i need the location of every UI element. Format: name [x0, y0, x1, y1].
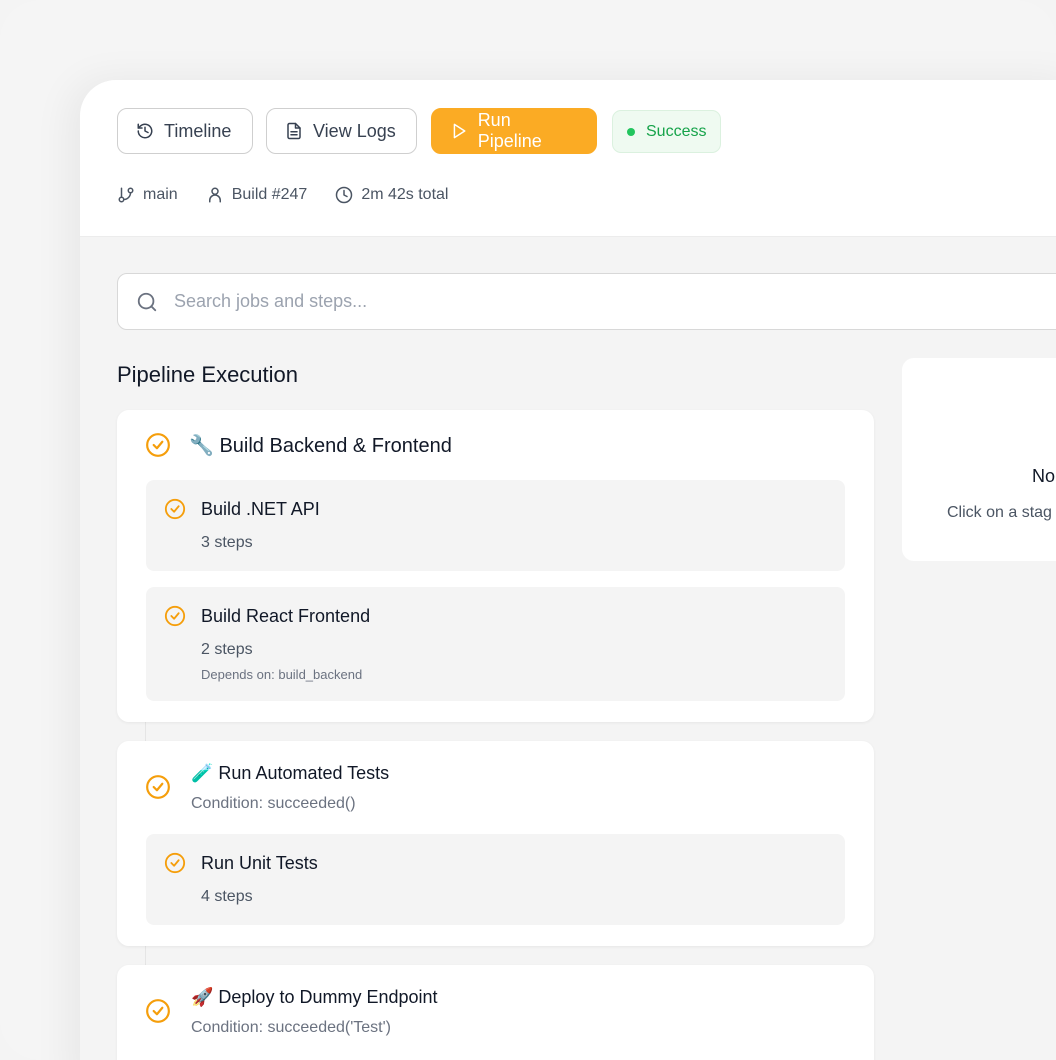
history-icon: [137, 123, 153, 139]
view-logs-button[interactable]: View Logs: [266, 108, 417, 154]
job-step-count: 2 steps: [201, 641, 253, 658]
header: Timeline View Logs Run Pipeline Success: [80, 80, 1056, 237]
window-backdrop: Timeline View Logs Run Pipeline Success: [0, 0, 1056, 1060]
check-circle-icon: [164, 852, 186, 874]
duration-info: 2m 42s total: [335, 186, 448, 204]
stage-title: 🧪 Run Automated Tests: [191, 763, 390, 783]
job-title: Run Unit Tests: [201, 853, 318, 873]
job-step-count: 3 steps: [201, 534, 253, 551]
build-meta: main Build #247 2m 42s total: [117, 186, 476, 204]
status-badge-label: Success: [646, 122, 707, 140]
pipeline-app: Timeline View Logs Run Pipeline Success: [80, 80, 1056, 1060]
run-pipeline-button[interactable]: Run Pipeline: [431, 108, 597, 154]
timeline-button[interactable]: Timeline: [117, 108, 253, 154]
build-duration: 2m 42s total: [361, 186, 449, 203]
clock-icon: [336, 186, 353, 204]
check-circle-icon: [164, 605, 186, 627]
stage-connector: [145, 946, 146, 966]
stage-title: 🚀 Deploy to Dummy Endpoint: [191, 987, 438, 1007]
build-number: Build #247: [231, 186, 308, 203]
build-info: Build #247: [206, 186, 308, 204]
search-bar: [117, 273, 1056, 330]
user-icon: [208, 187, 221, 203]
stage-card-build[interactable]: 🔧 Build Backend & Frontend Build .NET AP…: [117, 410, 874, 722]
status-dot: [627, 127, 635, 136]
play-icon: [453, 123, 466, 139]
details-panel-title: No: [1032, 466, 1056, 486]
stage-card-deploy[interactable]: 🚀 Deploy to Dummy Endpoint Condition: su…: [117, 965, 874, 1060]
run-pipeline-button-label: Run Pipeline: [477, 110, 542, 151]
file-text-icon: [287, 122, 301, 140]
stage-card-test[interactable]: 🧪 Run Automated Tests Condition: succeed…: [117, 741, 874, 946]
job-title: Build React Frontend: [201, 606, 371, 626]
section-title: Pipeline Execution: [117, 362, 299, 387]
job-title: Build .NET API: [201, 499, 320, 519]
git-branch-icon: [118, 187, 134, 203]
stage-header: [145, 998, 171, 1024]
branch-name: main: [143, 186, 178, 203]
job-step-count: 4 steps: [201, 888, 253, 905]
stage-header: [145, 774, 171, 800]
status-badge: Success: [612, 110, 722, 153]
check-circle-icon: [146, 775, 170, 799]
details-panel-hint: Click on a stag: [947, 504, 1052, 521]
job-card-build-react-frontend[interactable]: Build React Frontend 2 steps Depends on:…: [146, 587, 845, 701]
stage-condition: Condition: succeeded(): [191, 795, 356, 812]
job-card-run-unit-tests[interactable]: Run Unit Tests 4 steps: [146, 834, 845, 925]
branch-info: main: [117, 186, 178, 204]
check-circle-icon: [146, 999, 170, 1023]
search-input[interactable]: [172, 290, 776, 313]
stage-connector: [145, 722, 146, 742]
job-card-build-dotnet-api[interactable]: Build .NET API 3 steps: [146, 480, 845, 571]
check-circle-icon: [146, 433, 170, 457]
timeline-button-label: Timeline: [164, 120, 232, 141]
stage-title: 🔧 Build Backend & Frontend: [189, 434, 452, 457]
check-circle-icon: [164, 498, 186, 520]
view-logs-button-label: View Logs: [313, 120, 396, 141]
job-dependency: Depends on: build_backend: [201, 667, 363, 682]
search-icon: [137, 292, 157, 311]
details-panel: No Click on a stag: [902, 358, 1056, 561]
stage-condition: Condition: succeeded('Test'): [191, 1019, 391, 1036]
stage-header: 🔧 Build Backend & Frontend: [145, 432, 452, 458]
